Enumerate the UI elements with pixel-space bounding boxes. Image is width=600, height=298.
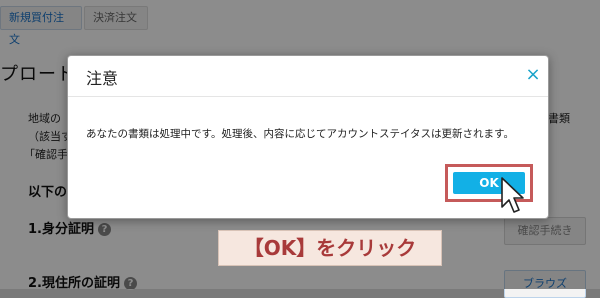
instruction-callout: 【OK】をクリック bbox=[218, 230, 442, 266]
mouse-pointer-icon bbox=[501, 177, 524, 213]
close-icon[interactable]: × bbox=[524, 66, 542, 84]
notice-dialog: 注意 × あなたの書類は処理中です。処理後、内容に応じてアカウントステイタスは更… bbox=[67, 55, 549, 219]
dialog-header: 注意 × bbox=[68, 56, 548, 97]
dialog-message: あなたの書類は処理中です。処理後、内容に応じてアカウントステイタスは更新されます… bbox=[86, 128, 514, 140]
dialog-title: 注意 bbox=[86, 69, 119, 88]
